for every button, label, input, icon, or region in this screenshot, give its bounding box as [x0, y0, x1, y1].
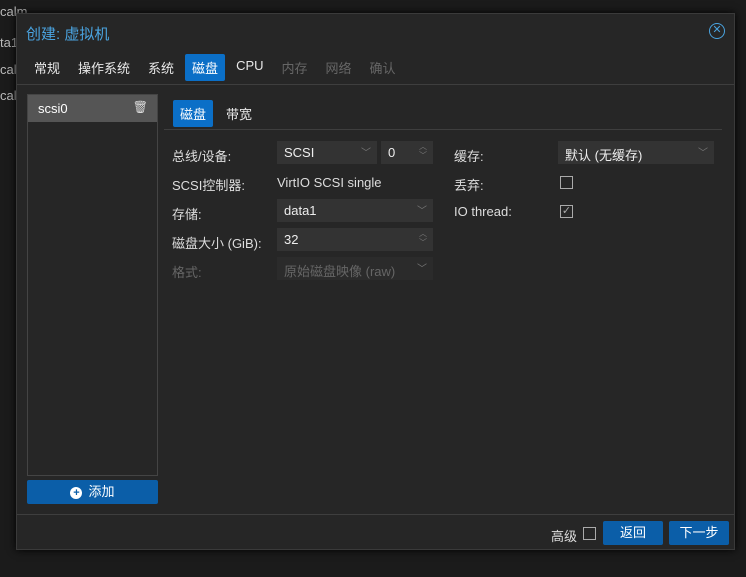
chevron-down-icon: ﹀ [361, 148, 371, 159]
tab-disks[interactable]: 磁盘 [185, 54, 226, 81]
controller-value: VirtIO SCSI single [277, 175, 382, 190]
divider [164, 129, 722, 130]
bus-label: 总线/设备: [172, 149, 232, 164]
bus-value: SCSI [284, 145, 315, 160]
plus-circle-icon: + [70, 487, 83, 499]
disk-list: scsi0 🗑 [27, 94, 158, 476]
tab-confirm[interactable]: 确认 [363, 54, 403, 81]
subtab-disk[interactable]: 磁盘 [173, 100, 214, 127]
close-icon[interactable]: ✕ [709, 23, 725, 39]
subtabs: 磁盘 带宽 [173, 100, 259, 127]
format-value: 原始磁盘映像 (raw) [284, 264, 396, 279]
chevron-down-icon: ﹀ [698, 148, 708, 159]
iothread-label: IO thread: [454, 204, 512, 219]
tab-memory[interactable]: 内存 [275, 54, 315, 81]
trash-icon[interactable]: 🗑 [133, 100, 148, 114]
tab-os[interactable]: 操作系统 [71, 54, 137, 81]
add-disk-button[interactable]: + 添加 [27, 480, 158, 504]
disk-list-item[interactable]: scsi0 🗑 [28, 95, 157, 122]
discard-label: 丢弃: [454, 178, 484, 193]
format-select[interactable]: 原始磁盘映像 (raw) ﹀ [277, 257, 433, 280]
chevron-down-icon: ﹀ [417, 264, 427, 275]
format-label: 格式: [172, 265, 202, 280]
tab-cpu[interactable]: CPU [229, 54, 270, 81]
device-number-spinner[interactable]: 0 ︿ ﹀ [381, 141, 433, 164]
bus-select[interactable]: SCSI ﹀ [277, 141, 377, 164]
add-label: 添加 [88, 484, 115, 499]
background-text: cal [0, 62, 17, 77]
tab-general[interactable]: 常规 [27, 54, 67, 81]
spinner-arrows-icon[interactable]: ︿ ﹀ [419, 142, 427, 160]
device-value: 0 [388, 145, 396, 160]
discard-checkbox[interactable] [560, 176, 573, 189]
cache-label: 缓存: [454, 149, 484, 164]
divider [17, 514, 734, 515]
advanced-label: 高级 [551, 529, 578, 544]
subtab-bandwidth[interactable]: 带宽 [219, 100, 259, 127]
next-button[interactable]: 下一步 [669, 521, 729, 545]
wizard-tabs: 常规 操作系统 系统 磁盘 CPU 内存 网络 确认 [27, 54, 403, 81]
cache-value: 默认 (无缓存) [565, 148, 643, 163]
create-vm-dialog: 创建: 虚拟机 ✕ 常规 操作系统 系统 磁盘 CPU 内存 网络 确认 scs… [16, 13, 735, 550]
back-button[interactable]: 返回 [603, 521, 663, 545]
iothread-checkbox[interactable]: ✓ [560, 205, 573, 218]
storage-value: data1 [284, 203, 317, 218]
spinner-arrows-icon[interactable]: ︿ ﹀ [419, 229, 427, 247]
cache-select[interactable]: 默认 (无缓存) ﹀ [558, 141, 714, 164]
storage-select[interactable]: data1 ﹀ [277, 199, 433, 222]
dialog-title: 创建: 虚拟机 [26, 26, 110, 43]
advanced-checkbox[interactable] [583, 527, 596, 540]
tab-system[interactable]: 系统 [141, 54, 181, 81]
controller-label: SCSI控制器: [172, 178, 245, 193]
storage-label: 存储: [172, 207, 202, 222]
disk-label: scsi0 [38, 101, 68, 116]
disk-size-label: 磁盘大小 (GiB): [172, 236, 262, 251]
chevron-down-icon: ﹀ [417, 206, 427, 217]
disk-size-value: 32 [284, 232, 299, 247]
divider [17, 84, 734, 85]
disk-size-input[interactable]: 32 ︿ ﹀ [277, 228, 433, 251]
tab-network[interactable]: 网络 [319, 54, 359, 81]
